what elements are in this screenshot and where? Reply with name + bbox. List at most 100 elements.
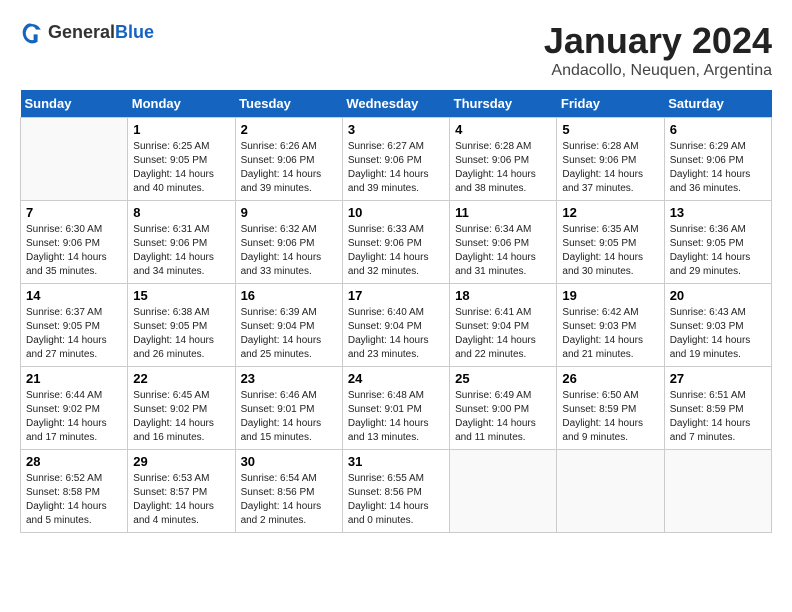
day-number: 25 [455, 371, 551, 386]
day-number: 20 [670, 288, 766, 303]
day-info: Sunrise: 6:43 AMSunset: 9:03 PMDaylight:… [670, 306, 766, 362]
day-info: Sunrise: 6:34 AMSunset: 9:06 PMDaylight:… [455, 223, 551, 279]
calendar-cell: 19Sunrise: 6:42 AMSunset: 9:03 PMDayligh… [557, 284, 664, 367]
day-number: 15 [133, 288, 229, 303]
calendar-cell: 24Sunrise: 6:48 AMSunset: 9:01 PMDayligh… [342, 367, 449, 450]
day-info: Sunrise: 6:42 AMSunset: 9:03 PMDaylight:… [562, 306, 658, 362]
day-info: Sunrise: 6:37 AMSunset: 9:05 PMDaylight:… [26, 306, 122, 362]
calendar-cell: 3Sunrise: 6:27 AMSunset: 9:06 PMDaylight… [342, 118, 449, 201]
calendar-week-row: 21 Sunrise: 6:44 AMSunset: 9:02 PMDayligh… [21, 367, 772, 450]
weekday-header-thursday: Thursday [450, 90, 557, 118]
calendar-cell: 26 Sunrise: 6:50 AMSunset: 8:59 PMDayligh… [557, 367, 664, 450]
day-number: 13 [670, 205, 766, 220]
calendar-cell: 21 Sunrise: 6:44 AMSunset: 9:02 PMDayligh… [21, 367, 128, 450]
day-info: Sunrise: 6:28 AMSunset: 9:06 PMDaylight:… [562, 140, 658, 196]
day-info: Sunrise: 6:36 AMSunset: 9:05 PMDaylight:… [670, 223, 766, 279]
calendar-cell: 27 Sunrise: 6:51 AMSunset: 8:59 PMDayligh… [664, 367, 771, 450]
day-info: Sunrise: 6:52 AMSunset: 8:58 PMDaylight:… [26, 472, 122, 528]
subtitle: Andacollo, Neuquen, Argentina [544, 62, 772, 80]
day-number: 22 [133, 371, 229, 386]
weekday-header-sunday: Sunday [21, 90, 128, 118]
calendar-week-row: 14 Sunrise: 6:37 AMSunset: 9:05 PMDayligh… [21, 284, 772, 367]
calendar-cell: 30 Sunrise: 6:54 AMSunset: 8:56 PMDayligh… [235, 450, 342, 533]
day-number: 3 [348, 122, 444, 137]
calendar-cell: 11 Sunrise: 6:34 AMSunset: 9:06 PMDayligh… [450, 201, 557, 284]
day-number: 17 [348, 288, 444, 303]
day-number: 23 [241, 371, 337, 386]
calendar-cell [664, 450, 771, 533]
calendar-table: SundayMondayTuesdayWednesdayThursdayFrid… [20, 90, 772, 533]
day-number: 30 [241, 454, 337, 469]
weekday-header-wednesday: Wednesday [342, 90, 449, 118]
day-number: 29 [133, 454, 229, 469]
logo-text: GeneralBlue [48, 22, 154, 43]
calendar-cell: 6 Sunrise: 6:29 AMSunset: 9:06 PMDaylight… [664, 118, 771, 201]
weekday-header-friday: Friday [557, 90, 664, 118]
day-info: Sunrise: 6:31 AMSunset: 9:06 PMDaylight:… [133, 223, 229, 279]
title-block: January 2024 Andacollo, Neuquen, Argenti… [544, 20, 772, 80]
day-info: Sunrise: 6:50 AMSunset: 8:59 PMDaylight:… [562, 389, 658, 445]
calendar-cell: 20 Sunrise: 6:43 AMSunset: 9:03 PMDayligh… [664, 284, 771, 367]
calendar-cell: 17 Sunrise: 6:40 AMSunset: 9:04 PMDayligh… [342, 284, 449, 367]
day-info: Sunrise: 6:28 AMSunset: 9:06 PMDaylight:… [455, 140, 551, 196]
day-info: Sunrise: 6:41 AMSunset: 9:04 PMDaylight:… [455, 306, 551, 362]
calendar-week-row: 7Sunrise: 6:30 AMSunset: 9:06 PMDaylight… [21, 201, 772, 284]
day-info: Sunrise: 6:33 AMSunset: 9:06 PMDaylight:… [348, 223, 444, 279]
day-number: 18 [455, 288, 551, 303]
day-number: 28 [26, 454, 122, 469]
logo-general: General [48, 22, 115, 42]
day-number: 10 [348, 205, 444, 220]
calendar-cell: 15 Sunrise: 6:38 AMSunset: 9:05 PMDayligh… [128, 284, 235, 367]
calendar-cell: 2 Sunrise: 6:26 AMSunset: 9:06 PMDaylight… [235, 118, 342, 201]
day-info: Sunrise: 6:48 AMSunset: 9:01 PMDaylight:… [348, 389, 444, 445]
day-info: Sunrise: 6:46 AMSunset: 9:01 PMDaylight:… [241, 389, 337, 445]
day-number: 26 [562, 371, 658, 386]
day-number: 14 [26, 288, 122, 303]
day-info: Sunrise: 6:45 AMSunset: 9:02 PMDaylight:… [133, 389, 229, 445]
day-info: Sunrise: 6:49 AMSunset: 9:00 PMDaylight:… [455, 389, 551, 445]
logo-blue: Blue [115, 22, 154, 42]
day-info: Sunrise: 6:29 AMSunset: 9:06 PMDaylight:… [670, 140, 766, 196]
calendar-cell: 25 Sunrise: 6:49 AMSunset: 9:00 PMDayligh… [450, 367, 557, 450]
calendar-cell: 7Sunrise: 6:30 AMSunset: 9:06 PMDaylight… [21, 201, 128, 284]
day-info: Sunrise: 6:51 AMSunset: 8:59 PMDaylight:… [670, 389, 766, 445]
day-info: Sunrise: 6:44 AMSunset: 9:02 PMDaylight:… [26, 389, 122, 445]
day-number: 21 [26, 371, 122, 386]
day-info: Sunrise: 6:26 AMSunset: 9:06 PMDaylight:… [241, 140, 337, 196]
calendar-cell: 10 Sunrise: 6:33 AMSunset: 9:06 PMDayligh… [342, 201, 449, 284]
calendar-cell: 18 Sunrise: 6:41 AMSunset: 9:04 PMDayligh… [450, 284, 557, 367]
day-info: Sunrise: 6:40 AMSunset: 9:04 PMDaylight:… [348, 306, 444, 362]
day-info: Sunrise: 6:54 AMSunset: 8:56 PMDaylight:… [241, 472, 337, 528]
calendar-cell [557, 450, 664, 533]
day-number: 8 [133, 205, 229, 220]
calendar-cell: 16Sunrise: 6:39 AMSunset: 9:04 PMDayligh… [235, 284, 342, 367]
day-number: 9 [241, 205, 337, 220]
calendar-cell: 4Sunrise: 6:28 AMSunset: 9:06 PMDaylight… [450, 118, 557, 201]
day-number: 27 [670, 371, 766, 386]
day-info: Sunrise: 6:25 AMSunset: 9:05 PMDaylight:… [133, 140, 229, 196]
calendar-week-row: 1Sunrise: 6:25 AMSunset: 9:05 PMDaylight… [21, 118, 772, 201]
day-number: 11 [455, 205, 551, 220]
weekday-header-monday: Monday [128, 90, 235, 118]
calendar-cell: 8 Sunrise: 6:31 AMSunset: 9:06 PMDaylight… [128, 201, 235, 284]
day-info: Sunrise: 6:55 AMSunset: 8:56 PMDaylight:… [348, 472, 444, 528]
calendar-cell: 23 Sunrise: 6:46 AMSunset: 9:01 PMDayligh… [235, 367, 342, 450]
main-title: January 2024 [544, 20, 772, 62]
day-number: 12 [562, 205, 658, 220]
calendar-cell: 12Sunrise: 6:35 AMSunset: 9:05 PMDayligh… [557, 201, 664, 284]
calendar-cell: 22 Sunrise: 6:45 AMSunset: 9:02 PMDayligh… [128, 367, 235, 450]
day-info: Sunrise: 6:32 AMSunset: 9:06 PMDaylight:… [241, 223, 337, 279]
calendar-header-row: SundayMondayTuesdayWednesdayThursdayFrid… [21, 90, 772, 118]
calendar-cell: 29 Sunrise: 6:53 AMSunset: 8:57 PMDayligh… [128, 450, 235, 533]
logo-icon [20, 20, 44, 44]
calendar-cell: 9 Sunrise: 6:32 AMSunset: 9:06 PMDaylight… [235, 201, 342, 284]
day-info: Sunrise: 6:53 AMSunset: 8:57 PMDaylight:… [133, 472, 229, 528]
day-number: 6 [670, 122, 766, 137]
page-header: GeneralBlue January 2024 Andacollo, Neuq… [20, 20, 772, 80]
calendar-cell: 5 Sunrise: 6:28 AMSunset: 9:06 PMDaylight… [557, 118, 664, 201]
day-number: 5 [562, 122, 658, 137]
calendar-week-row: 28 Sunrise: 6:52 AMSunset: 8:58 PMDayligh… [21, 450, 772, 533]
day-number: 2 [241, 122, 337, 137]
day-info: Sunrise: 6:38 AMSunset: 9:05 PMDaylight:… [133, 306, 229, 362]
day-number: 31 [348, 454, 444, 469]
